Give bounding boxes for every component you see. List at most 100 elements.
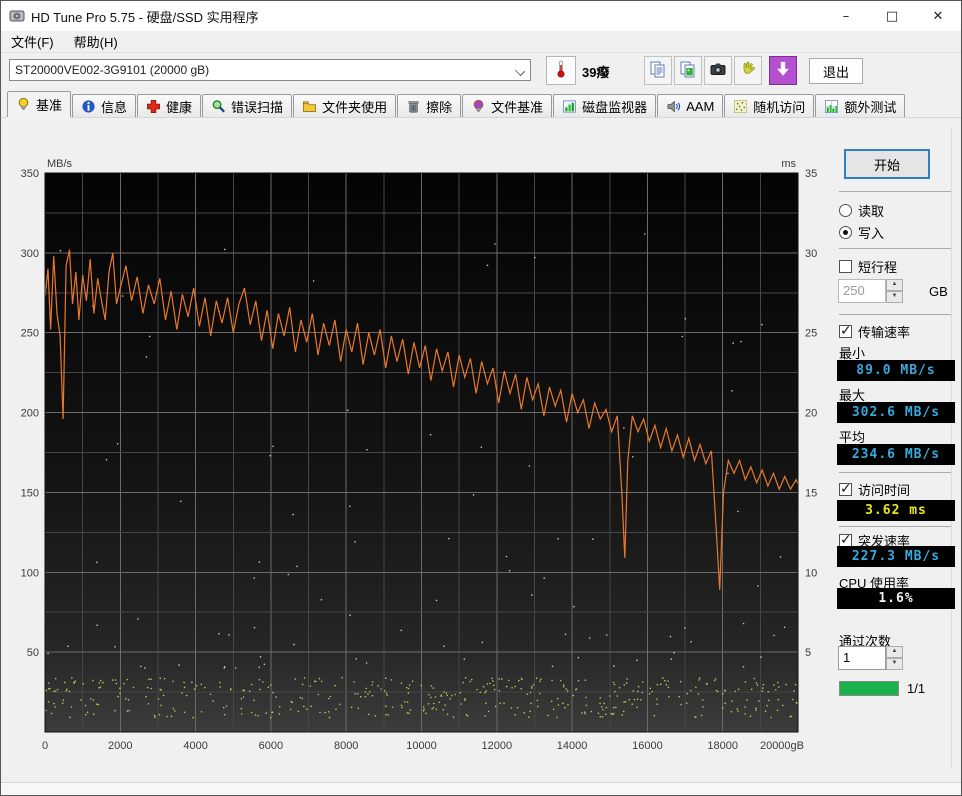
minimize-button[interactable]: – — [823, 1, 869, 31]
health-cross-icon — [146, 99, 161, 114]
svg-text:12000: 12000 — [482, 740, 513, 752]
save-button[interactable] — [769, 56, 797, 85]
svg-text:10: 10 — [805, 567, 817, 579]
copy-image-icon — [679, 60, 697, 81]
exit-button[interactable]: 退出 — [809, 58, 863, 84]
transfer-rate-checkbox[interactable]: 传输速率 — [839, 322, 910, 341]
random-access-dots-icon — [733, 99, 748, 114]
file-benchmark-bulb-icon — [471, 99, 486, 114]
transfer-rate-checkbox-box[interactable] — [839, 325, 852, 338]
main-content: MB/sms3503002502001501005035302520151050… — [1, 118, 961, 782]
read-radio[interactable]: 读取 — [839, 201, 884, 220]
download-arrow-icon — [774, 60, 792, 81]
read-radio-circle[interactable] — [839, 204, 852, 217]
window-title: HD Tune Pro 5.75 - 硬盘/SSD 实用程序 — [31, 7, 259, 26]
stepper-up-button[interactable]: ▲ — [886, 646, 903, 658]
stepper-down-button[interactable]: ▼ — [886, 291, 903, 303]
access-time-checkbox[interactable]: 访问时间 — [839, 480, 910, 499]
drive-select-value: ST20000VE002-3G9101 (20000 gB) — [15, 63, 209, 77]
app-window: HD Tune Pro 5.75 - 硬盘/SSD 实用程序 – □ ✕ 文件(… — [0, 0, 962, 796]
donate-button[interactable] — [734, 56, 762, 85]
tab-0[interactable]: 基准 — [7, 91, 71, 117]
tab-aam[interactable]: AAM — [657, 94, 723, 117]
svg-text:200: 200 — [21, 408, 39, 420]
short-stroke-size-stepper[interactable]: 250 ▲ ▼ — [838, 279, 903, 303]
drive-select-dropdown[interactable]: ST20000VE002-3G9101 (20000 gB) — [9, 59, 531, 81]
svg-text:16000: 16000 — [632, 740, 663, 752]
svg-text:250: 250 — [21, 328, 39, 340]
tab-4[interactable]: 文件夹使用 — [293, 94, 396, 117]
separator — [839, 472, 951, 473]
tab-bar: 基准 信息 健康错误扫描 文件夹使用擦除文件基准磁盘监视器AAM随机访问 额外测试 — [1, 91, 961, 118]
thermometer-icon — [554, 60, 568, 81]
stepper-buttons: ▲ ▼ — [886, 279, 903, 303]
benchmark-chart: MB/sms3503002502001501005035302520151050… — [1, 131, 831, 781]
short-stroke-size-value[interactable]: 250 — [838, 279, 886, 303]
temperature-button[interactable] — [546, 56, 576, 85]
svg-text:150: 150 — [21, 487, 39, 499]
tab-9[interactable]: 随机访问 — [724, 94, 814, 117]
svg-text:2000: 2000 — [108, 740, 132, 752]
tab-6[interactable]: 文件基准 — [462, 94, 552, 117]
progress-label: 1/1 — [907, 681, 925, 696]
copy-image-button[interactable] — [674, 56, 702, 85]
burst-rate-display: 227.3 MB/s — [837, 546, 955, 567]
error-scan-magnifier-icon — [211, 99, 226, 114]
gb-unit-label: GB — [929, 284, 948, 299]
start-button-label: 开始 — [874, 155, 900, 174]
max-value-display: 302.6 MB/s — [837, 402, 955, 423]
close-button[interactable]: ✕ — [915, 1, 961, 31]
svg-text:ms: ms — [781, 158, 796, 170]
write-radio-label: 写入 — [858, 223, 884, 242]
info-icon — [81, 99, 96, 114]
tab-label: 信息 — [101, 97, 127, 116]
copy-text-button[interactable] — [644, 56, 672, 85]
screenshot-button[interactable] — [704, 56, 732, 85]
separator — [839, 526, 951, 527]
svg-text:14000: 14000 — [557, 740, 588, 752]
toolbar: ST20000VE002-3G9101 (20000 gB) 39癈 退出 — [1, 53, 961, 91]
tab-5[interactable]: 擦除 — [397, 94, 461, 117]
write-radio-circle[interactable] — [839, 226, 852, 239]
tab-3[interactable]: 错误扫描 — [202, 94, 292, 117]
min-value-display: 89.0 MB/s — [837, 360, 955, 381]
svg-text:4000: 4000 — [183, 740, 207, 752]
avg-value-display: 234.6 MB/s — [837, 444, 955, 465]
aam-speaker-icon — [666, 99, 681, 114]
start-button[interactable]: 开始 — [844, 149, 930, 179]
menu-bar: 文件(F) 帮助(H) — [1, 31, 961, 53]
tab-2[interactable]: 健康 — [137, 94, 201, 117]
separator — [839, 314, 951, 315]
maximize-button[interactable]: □ — [869, 1, 915, 31]
tab-10[interactable]: 额外测试 — [815, 94, 905, 117]
chevron-down-icon — [515, 66, 525, 76]
stepper-up-button[interactable]: ▲ — [886, 279, 903, 291]
pass-count-stepper[interactable]: 1 ▲ ▼ — [838, 646, 903, 670]
menu-file[interactable]: 文件(F) — [1, 30, 64, 53]
svg-text:30: 30 — [805, 248, 817, 260]
short-stroke-checkbox[interactable]: 短行程 — [839, 257, 897, 276]
extra-tests-chart-icon — [824, 99, 839, 114]
tab-label: 健康 — [166, 97, 192, 116]
read-radio-label: 读取 — [858, 201, 884, 220]
status-bar — [1, 782, 961, 796]
short-stroke-checkbox-box[interactable] — [839, 260, 852, 273]
tab-1[interactable]: 信息 — [72, 94, 136, 117]
write-radio[interactable]: 写入 — [839, 223, 884, 242]
svg-text:25: 25 — [805, 328, 817, 340]
access-time-checkbox-box[interactable] — [839, 483, 852, 496]
benchmark-bulb-icon — [16, 97, 31, 112]
separator — [839, 191, 951, 192]
svg-text:10000: 10000 — [406, 740, 437, 752]
tab-7[interactable]: 磁盘监视器 — [553, 94, 656, 117]
svg-text:100: 100 — [21, 567, 39, 579]
svg-text:35: 35 — [805, 168, 817, 180]
svg-text:0: 0 — [42, 740, 48, 752]
stepper-down-button[interactable]: ▼ — [886, 658, 903, 670]
tab-label: 额外测试 — [844, 97, 896, 116]
tab-label: 文件夹使用 — [322, 97, 387, 116]
cpu-usage-display: 1.6% — [837, 588, 955, 609]
svg-text:20000gB: 20000gB — [760, 740, 804, 752]
menu-help[interactable]: 帮助(H) — [64, 30, 128, 53]
pass-count-value[interactable]: 1 — [838, 646, 886, 670]
